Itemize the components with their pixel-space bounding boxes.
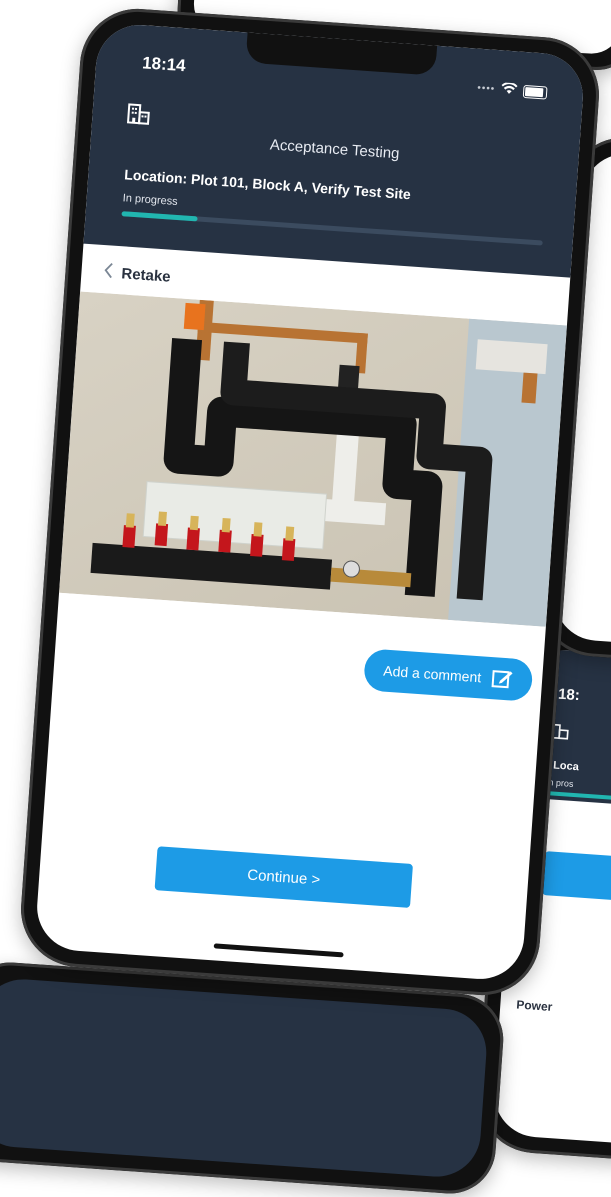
edit-icon [491,670,513,689]
progress-bar-fill [121,211,198,222]
location-value: Plot 101, Block A, Verify Test Site [190,170,412,203]
background-phone-bottom [0,959,507,1197]
status-icons: •••• [477,81,548,101]
main-phone-screen: 18:14 •••• Acceptance Testing Location: [34,22,586,982]
retake-back-button[interactable]: Retake [103,261,172,289]
location-label: Location: [123,166,188,187]
building-icon[interactable] [126,102,151,126]
background-phone-bottom-screen [0,976,490,1180]
side-phone-blue-card [542,851,611,912]
continue-button[interactable]: Continue > [154,846,413,908]
captured-photo [59,291,567,627]
progress-label: In progress [122,192,179,209]
wifi-icon [501,82,518,98]
side-phone-location: Loca [552,759,580,774]
status-time: 18:14 [141,53,187,76]
app-header: 18:14 •••• Acceptance Testing Location: [83,22,586,278]
main-phone: 18:14 •••• Acceptance Testing Location: [17,5,603,999]
add-comment-button[interactable]: Add a comment [363,648,534,702]
signal-icon: •••• [476,82,496,95]
side-phone-time: 18: [557,685,581,705]
battery-icon [522,84,548,100]
progress-bar [121,211,543,246]
home-indicator[interactable] [213,943,344,958]
app-title: Acceptance Testing [269,136,400,163]
device-notch [245,32,438,76]
side-phone-progress-bar [545,790,611,812]
retake-label: Retake [120,265,172,286]
chevron-left-icon [103,261,115,285]
add-comment-label: Add a comment [382,662,482,686]
side-phone-row: Power [515,997,553,1014]
